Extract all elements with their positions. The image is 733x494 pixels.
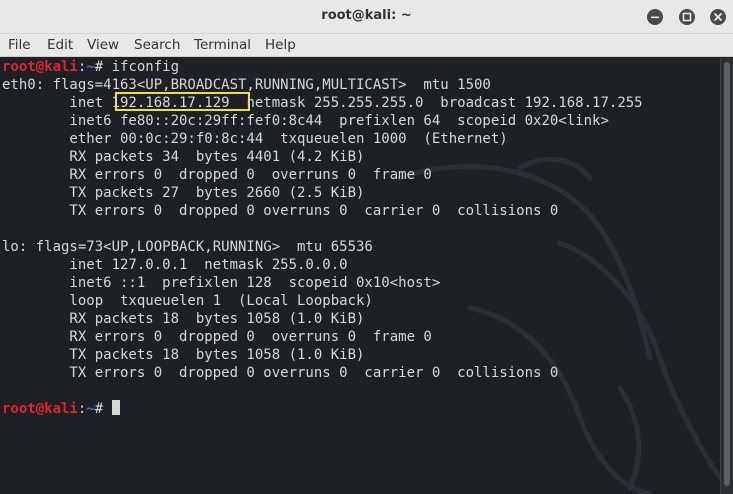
output-line: ether 00:0c:29:f0:8c:44 txqueuelen 1000 … bbox=[2, 131, 508, 147]
title-bar[interactable]: root@kali: ~ bbox=[0, 0, 733, 34]
menu-help[interactable]: Help bbox=[265, 37, 296, 53]
scrollbar[interactable] bbox=[720, 58, 733, 494]
maximize-button[interactable] bbox=[679, 9, 695, 25]
prompt-user: root@kali bbox=[2, 401, 78, 417]
output-line: TX packets 27 bytes 2660 (2.5 KiB) bbox=[2, 185, 365, 201]
prompt-path: ~ bbox=[86, 59, 95, 75]
close-button[interactable] bbox=[710, 9, 726, 25]
output-line-inet: inet 192.168.17.129 netmask 255.255.255.… bbox=[2, 94, 643, 112]
output-line: lo: flags=73<UP,LOOPBACK,RUNNING> mtu 65… bbox=[2, 239, 373, 255]
terminal-output[interactable]: root@kali:~# ifconfig eth0: flags=4163<U… bbox=[0, 58, 720, 494]
prompt-line: root@kali:~# bbox=[2, 400, 120, 418]
output-line: RX errors 0 dropped 0 overruns 0 frame 0 bbox=[2, 329, 432, 345]
output-line: inet 127.0.0.1 netmask 255.0.0.0 bbox=[2, 257, 348, 273]
menu-edit[interactable]: Edit bbox=[47, 37, 73, 53]
prompt-line: root@kali:~# ifconfig bbox=[2, 58, 179, 76]
prompt-symbol: # bbox=[94, 401, 112, 417]
scrollbar-thumb[interactable] bbox=[724, 62, 730, 486]
menu-bar: File Edit View Search Terminal Help bbox=[0, 34, 733, 57]
ip-address[interactable]: 192.168.17.129 bbox=[112, 95, 230, 111]
output-line: TX packets 18 bytes 1058 (1.0 KiB) bbox=[2, 347, 365, 363]
output-line: TX errors 0 dropped 0 overruns 0 carrier… bbox=[2, 365, 559, 381]
prompt-path: ~ bbox=[86, 401, 95, 417]
menu-view[interactable]: View bbox=[87, 37, 119, 53]
maximize-icon bbox=[682, 12, 692, 22]
output-line: RX packets 18 bytes 1058 (1.0 KiB) bbox=[2, 311, 365, 327]
text-cursor[interactable] bbox=[111, 400, 120, 415]
output-line: RX errors 0 dropped 0 overruns 0 frame 0 bbox=[2, 167, 432, 183]
menu-file[interactable]: File bbox=[8, 37, 31, 53]
minimize-button[interactable] bbox=[647, 9, 663, 25]
close-icon bbox=[714, 13, 722, 21]
prompt-user: root@kali bbox=[2, 59, 78, 75]
output-line: loop txqueuelen 1 (Local Loopback) bbox=[2, 293, 373, 309]
output-line: RX packets 34 bytes 4401 (4.2 KiB) bbox=[2, 149, 365, 165]
minimize-icon bbox=[651, 16, 659, 19]
output-line: inet6 ::1 prefixlen 128 scopeid 0x10<hos… bbox=[2, 275, 441, 291]
output-line: inet6 fe80::20c:29ff:fef0:8c44 prefixlen… bbox=[2, 113, 609, 129]
command-text: ifconfig bbox=[111, 59, 180, 75]
window-title: root@kali: ~ bbox=[321, 8, 412, 23]
inet-suffix: netmask 255.255.255.0 broadcast 192.168.… bbox=[229, 95, 643, 111]
output-line: TX errors 0 dropped 0 overruns 0 carrier… bbox=[2, 203, 559, 219]
output-line: eth0: flags=4163<UP,BROADCAST,RUNNING,MU… bbox=[2, 77, 491, 93]
terminal-window: root@kali: ~ File Edit View Search Termi… bbox=[0, 0, 733, 494]
inet-prefix: inet bbox=[2, 95, 112, 111]
menu-terminal[interactable]: Terminal bbox=[194, 37, 251, 53]
menu-search[interactable]: Search bbox=[134, 37, 180, 53]
prompt-symbol: # bbox=[94, 59, 112, 75]
